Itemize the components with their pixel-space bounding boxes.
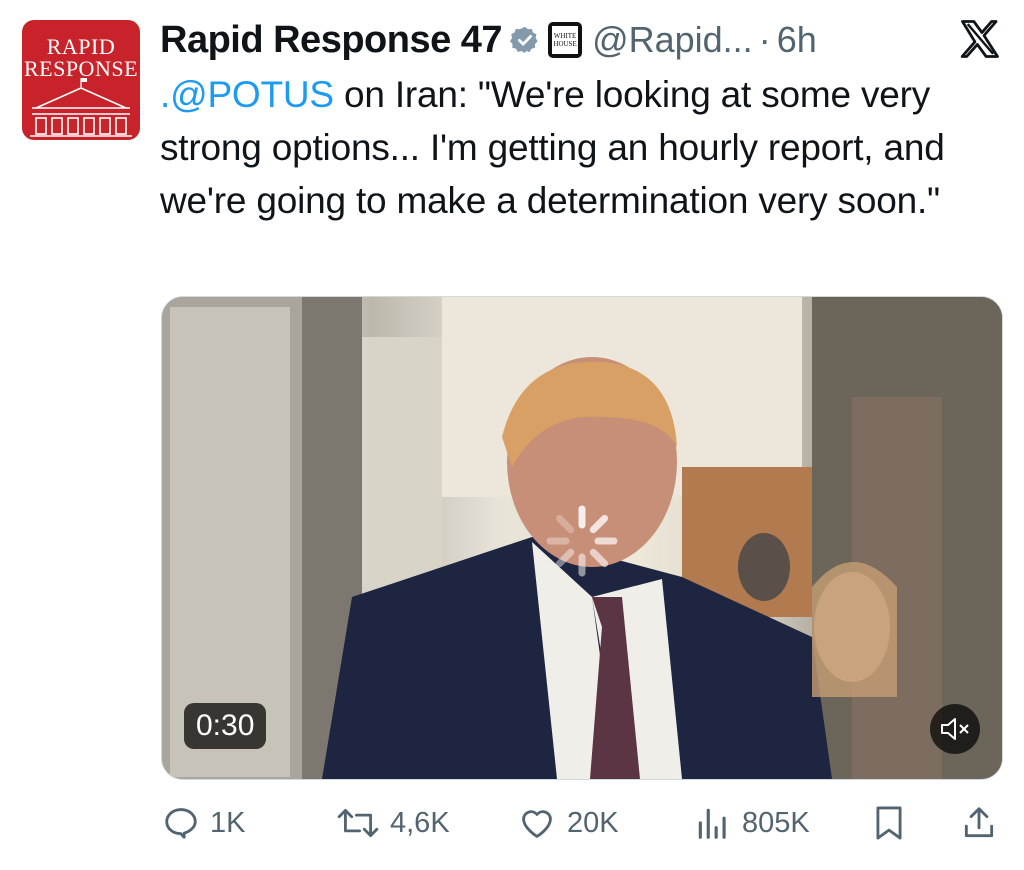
view-count: 805K <box>742 806 810 839</box>
repost-button[interactable]: 4,6K <box>336 800 450 846</box>
share-icon <box>964 807 994 838</box>
like-icon <box>522 810 552 838</box>
reply-icon <box>165 808 197 839</box>
affiliate-badge[interactable]: WHITE HOUSE <box>548 22 583 58</box>
bookmark-button[interactable] <box>870 800 918 846</box>
video-duration: 0:30 <box>184 703 267 749</box>
mute-icon <box>941 718 969 740</box>
white-house-icon <box>30 78 132 137</box>
loading-spinner-icon <box>546 505 618 577</box>
repost-count: 4,6K <box>390 806 450 839</box>
header-separator: · <box>758 19 771 60</box>
author-avatar[interactable]: RAPID RESPONSE <box>22 20 140 140</box>
mute-button[interactable] <box>930 704 980 754</box>
author-handle[interactable]: @Rapid... <box>592 19 753 61</box>
verified-badge-icon <box>510 26 538 54</box>
affiliate-badge-line1: WHITE <box>553 32 577 40</box>
like-count: 20K <box>567 806 619 839</box>
mention-link[interactable]: .@POTUS <box>160 74 334 115</box>
tweet-text: .@POTUS on Iran: "We're looking at some … <box>160 68 1000 227</box>
action-bar: 1K 4,6K 20K 805K <box>0 800 1024 848</box>
reply-count: 1K <box>210 806 246 839</box>
tweet-time[interactable]: 6h <box>777 19 817 61</box>
reply-button[interactable]: 1K <box>162 800 245 846</box>
views-button[interactable]: 805K <box>694 800 810 846</box>
repost-icon <box>337 809 379 837</box>
author-name[interactable]: Rapid Response 47 <box>160 19 503 62</box>
affiliate-badge-line2: HOUSE <box>553 40 577 48</box>
x-logo-icon[interactable] <box>958 18 1002 60</box>
tweet-header: Rapid Response 47 WHITE HOUSE @Rapid... … <box>160 12 817 68</box>
views-icon <box>698 808 726 839</box>
like-button[interactable]: 20K <box>517 800 619 846</box>
bookmark-icon <box>876 806 902 840</box>
video-player[interactable]: 0:30 <box>161 296 1003 780</box>
share-button[interactable] <box>960 800 1008 846</box>
